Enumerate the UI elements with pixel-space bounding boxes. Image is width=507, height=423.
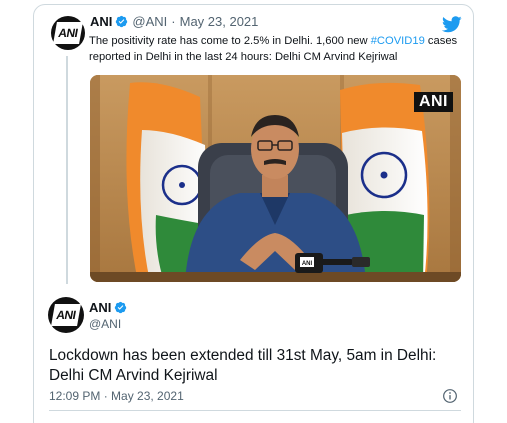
tweet-text: The positivity rate has come to 2.5% in … <box>89 33 461 65</box>
tweet-timestamp[interactable]: 12:09 PM · May 23, 2021 <box>49 389 184 403</box>
ani-logo: ANI <box>51 304 81 326</box>
info-icon[interactable] <box>442 388 458 404</box>
handle[interactable]: @ANI <box>132 14 167 29</box>
tweet-date[interactable]: May 23, 2021 <box>180 14 259 29</box>
separator: · <box>171 14 176 29</box>
svg-text:ANI: ANI <box>302 261 313 267</box>
tweet-header: ANI <box>89 300 131 315</box>
tweet-media-image[interactable]: ANI ANI <box>90 75 461 282</box>
ani-watermark-text: ANI <box>418 93 448 110</box>
verified-badge-icon <box>116 15 128 28</box>
tweet-text: Lockdown has been extended till 31st May… <box>49 347 437 384</box>
press-conference-photo: ANI <box>90 75 461 282</box>
tweet-header: ANI @ANI · May 23, 2021 <box>90 14 258 29</box>
avatar[interactable]: ANI <box>48 297 84 333</box>
display-name[interactable]: ANI <box>89 300 111 315</box>
thread-line <box>66 56 68 284</box>
ani-logo: ANI <box>53 22 83 44</box>
handle[interactable]: @ANI <box>89 317 121 331</box>
display-name[interactable]: ANI <box>90 14 112 29</box>
ani-watermark: ANI <box>413 92 453 112</box>
twitter-bird-icon[interactable] <box>442 16 462 33</box>
tweet-text-part: The positivity rate has come to 2.5% in … <box>89 35 371 47</box>
avatar[interactable]: ANI <box>51 16 85 50</box>
verified-badge-icon <box>115 301 127 314</box>
divider <box>49 410 461 411</box>
hashtag-link[interactable]: #COVID19 <box>371 35 425 47</box>
